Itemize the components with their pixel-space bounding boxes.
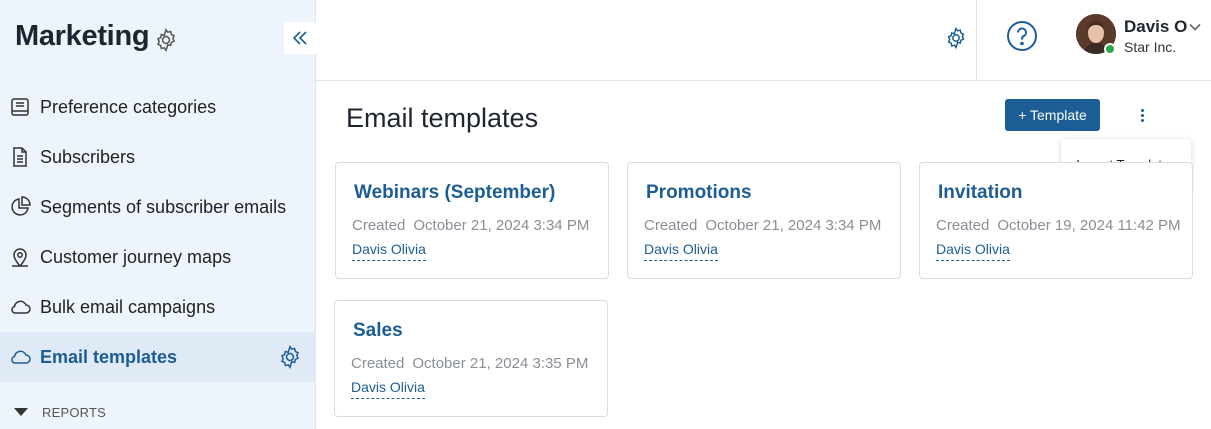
user-company: Star Inc. [1124, 39, 1177, 55]
created-label: Created [936, 217, 990, 234]
collapse-sidebar-button[interactable] [284, 22, 316, 54]
sidebar-item-label: Customer journey maps [40, 247, 232, 267]
gear-icon[interactable] [153, 27, 179, 53]
location-pin-icon [12, 248, 28, 268]
sidebar-item-label: Segments of subscriber emails [40, 197, 287, 217]
add-template-button[interactable]: + Template [1005, 99, 1100, 131]
template-title[interactable]: Promotions [646, 182, 752, 204]
sidebar-item-journey-maps[interactable]: Customer journey maps [0, 232, 316, 282]
template-created: Created October 21, 2024 3:35 PM [351, 355, 588, 372]
sidebar-item-bulk-campaigns[interactable]: Bulk email campaigns [0, 282, 316, 332]
template-author[interactable]: Davis Olivia [351, 379, 425, 399]
created-date: October 21, 2024 3:34 PM [413, 217, 590, 234]
book-icon [11, 98, 29, 116]
created-date: October 21, 2024 3:34 PM [705, 217, 882, 234]
reports-label: REPORTS [42, 405, 107, 420]
created-label: Created [351, 355, 405, 372]
template-card[interactable]: Invitation Created October 19, 2024 11:42… [919, 162, 1193, 279]
sidebar-item-label: Bulk email campaigns [40, 297, 216, 317]
pie-chart-icon [11, 196, 31, 216]
created-label: Created [644, 217, 698, 234]
sidebar-item-label: Preference categories [40, 97, 217, 117]
template-created: Created October 21, 2024 3:34 PM [644, 217, 881, 234]
template-title[interactable]: Sales [353, 320, 403, 342]
document-icon [13, 147, 27, 167]
top-bar: Davis O Star Inc. [316, 0, 1211, 81]
gear-icon[interactable] [277, 344, 303, 370]
more-options-icon[interactable] [1134, 104, 1150, 126]
template-card[interactable]: Sales Created October 21, 2024 3:35 PM Da… [334, 300, 608, 417]
sidebar-item-label: Subscribers [40, 147, 136, 167]
template-author[interactable]: Davis Olivia [352, 241, 426, 261]
template-card[interactable]: Promotions Created October 21, 2024 3:34 … [627, 162, 901, 279]
sidebar-item-email-templates[interactable]: Email templates [0, 332, 316, 382]
created-label: Created [352, 217, 406, 234]
help-icon[interactable] [1006, 20, 1038, 52]
template-title[interactable]: Invitation [938, 182, 1022, 204]
double-chevron-left-icon [292, 31, 307, 45]
sidebar-item-subscribers[interactable]: Subscribers [0, 132, 316, 182]
online-status-indicator [1104, 43, 1116, 55]
chevron-down-icon[interactable] [1188, 20, 1202, 34]
template-card[interactable]: Webinars (September) Created October 21, … [335, 162, 609, 279]
reports-section-toggle[interactable]: REPORTS [0, 396, 316, 426]
template-title[interactable]: Webinars (September) [354, 182, 555, 204]
cloud-icon [11, 300, 31, 314]
sidebar-item-preference-categories[interactable]: Preference categories [0, 82, 316, 132]
triangle-down-icon [14, 408, 28, 416]
cloud-icon [11, 350, 31, 364]
template-created: Created October 21, 2024 3:34 PM [352, 217, 589, 234]
sidebar: Marketing Preference categories Subscrib… [0, 0, 316, 429]
gear-icon[interactable] [944, 26, 968, 50]
sidebar-title: Marketing [15, 20, 150, 52]
page-title: Email templates [346, 103, 539, 133]
user-name[interactable]: Davis O [1124, 17, 1187, 37]
sidebar-item-label: Email templates [40, 347, 178, 367]
divider [976, 0, 977, 80]
template-author[interactable]: Davis Olivia [936, 241, 1010, 261]
created-date: October 19, 2024 11:42 PM [997, 217, 1181, 234]
template-author[interactable]: Davis Olivia [644, 241, 718, 261]
template-created: Created October 19, 2024 11:42 PM [936, 217, 1181, 234]
sidebar-item-segments[interactable]: Segments of subscriber emails [0, 182, 316, 232]
created-date: October 21, 2024 3:35 PM [412, 355, 589, 372]
